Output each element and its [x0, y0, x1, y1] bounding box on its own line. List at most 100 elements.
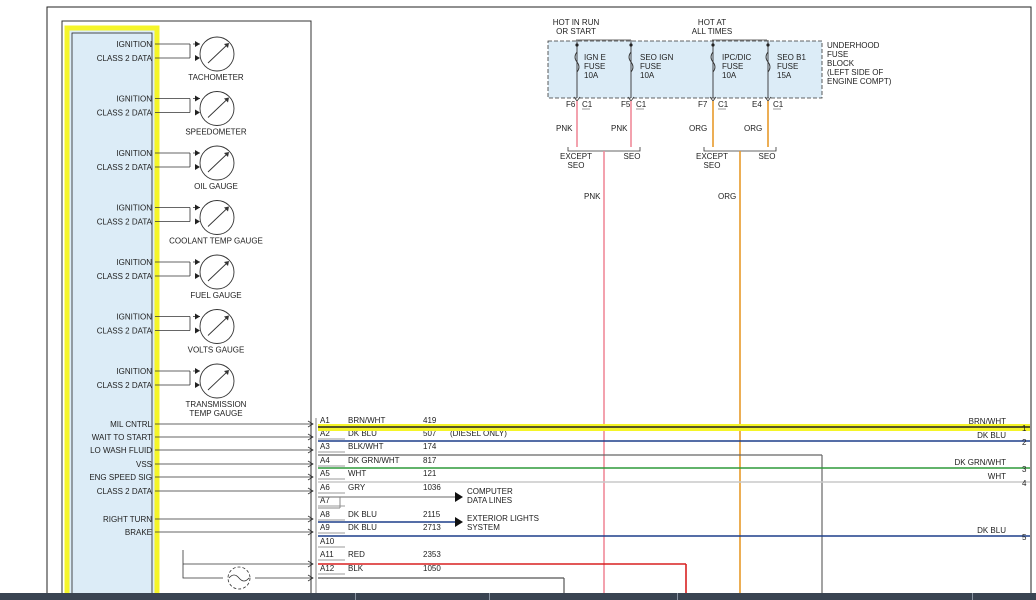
pin-label-ignition: IGNITION	[116, 313, 152, 322]
exterior-lights-label: EXTERIOR LIGHTS	[467, 514, 539, 523]
cluster-signal-label: VSS	[136, 460, 152, 469]
cluster-signal-label: WAIT TO START	[92, 433, 152, 442]
wire-color: DK BLU	[348, 523, 377, 532]
gauge-name: COOLANT TEMP GAUGE	[169, 237, 263, 246]
pin-label-class2: CLASS 2 DATA	[97, 272, 153, 281]
wire-color: GRY	[348, 483, 366, 492]
fuse-pin: F6	[566, 100, 576, 109]
exterior-lights-label: SYSTEM	[467, 523, 500, 532]
pin-id: A12	[320, 564, 335, 573]
arrow-icon	[195, 368, 200, 374]
wire-color: WHT	[348, 469, 366, 478]
circuit-number: 817	[423, 456, 437, 465]
gauge-name: OIL GAUGE	[194, 182, 238, 191]
hot-in-run-label: HOT IN RUN	[553, 18, 600, 27]
hot-at-all-times-label: ALL TIMES	[692, 27, 732, 36]
fuse-note: SEO	[759, 152, 776, 161]
pin-id: A5	[320, 469, 330, 478]
arrow-icon	[455, 492, 463, 502]
arrow-icon	[195, 150, 200, 156]
fuse-node	[629, 43, 633, 47]
right-wire-number: 3	[1022, 465, 1027, 474]
gauge-name: TRANSMISSION	[186, 400, 247, 409]
pin-id: A9	[320, 523, 330, 532]
wire-color-label: ORG	[689, 124, 707, 133]
bottom-scrollbar[interactable]	[0, 593, 1036, 600]
circuit-number: 1036	[423, 483, 441, 492]
fuse-conn: C1	[582, 100, 593, 109]
arrow-icon	[195, 164, 200, 170]
fuse-block-label: FUSE	[827, 50, 848, 59]
pin-id: A6	[320, 483, 330, 492]
fuse-note: EXCEPT	[560, 152, 592, 161]
arrow-icon	[195, 41, 200, 47]
pin-id: A1	[320, 416, 330, 425]
chime-coil-icon	[228, 574, 250, 582]
wiring-diagram: IGNITION CLASS 2 DATA TACHOMETER IGNITION CL…	[46, 6, 1032, 600]
pin-label-ignition: IGNITION	[116, 95, 152, 104]
right-wire-label: DK BLU	[977, 526, 1006, 535]
wire-color: BLK	[348, 564, 364, 573]
fuse-note: SEO	[704, 161, 721, 170]
fuse-name: 10A	[722, 71, 737, 80]
right-wire-number: 1	[1022, 424, 1027, 433]
arrow-icon	[195, 382, 200, 388]
wire-color: DK GRN/WHT	[348, 456, 400, 465]
wire-color: BRN/WHT	[348, 416, 385, 425]
fuse-name: IGN E	[584, 53, 606, 62]
fuse-block-label: BLOCK	[827, 59, 855, 68]
fuse-conn: C1	[636, 100, 647, 109]
right-wire-label: BRN/WHT	[969, 417, 1006, 426]
fuse-note: SEO	[624, 152, 641, 161]
fuse-node	[575, 43, 579, 47]
merged-wire-label: ORG	[718, 192, 736, 201]
fuse-conn: C1	[718, 100, 729, 109]
pin-label-class2: CLASS 2 DATA	[97, 327, 153, 336]
fuse-block-label: ENGINE COMPT)	[827, 77, 892, 86]
gauge-name: TACHOMETER	[188, 73, 244, 82]
circuit-number: 121	[423, 469, 437, 478]
cluster-signal-label: CLASS 2 DATA	[97, 487, 153, 496]
pin-id: A3	[320, 442, 330, 451]
pin-label-ignition: IGNITION	[116, 258, 152, 267]
fuse-note: SEO	[568, 161, 585, 170]
fuse-name: 15A	[777, 71, 792, 80]
pin-id: A11	[320, 550, 334, 559]
gauge-name: TEMP GAUGE	[189, 409, 242, 418]
pin-label-class2: CLASS 2 DATA	[97, 218, 153, 227]
circuit-number: 174	[423, 442, 437, 451]
fuse-name: SEO IGN	[640, 53, 674, 62]
loop-wire	[182, 550, 313, 579]
fuse-pin: F5	[621, 100, 631, 109]
cluster-signal-label: RIGHT TURN	[103, 515, 152, 524]
wire-color: RED	[348, 550, 365, 559]
wire-color-label: ORG	[744, 124, 762, 133]
fuse-node	[766, 43, 770, 47]
pin-label-class2: CLASS 2 DATA	[97, 109, 153, 118]
right-wire-number: 5	[1022, 533, 1027, 542]
fuse-pin: F7	[698, 100, 708, 109]
arrow-icon	[195, 313, 200, 320]
wire-color-label: PNK	[556, 124, 573, 133]
pin-label-ignition: IGNITION	[116, 204, 152, 213]
arrow-icon	[195, 259, 200, 265]
arrow-icon	[195, 327, 200, 334]
arrow-icon	[195, 95, 200, 102]
merged-wire-label: PNK	[584, 192, 601, 201]
computer-data-label: COMPUTER	[467, 487, 513, 496]
fuse-name: FUSE	[640, 62, 661, 71]
pin-label-class2: CLASS 2 DATA	[97, 381, 153, 390]
fuse-node	[711, 43, 715, 47]
right-wire-label: DK GRN/WHT	[954, 458, 1006, 467]
fuse-name: FUSE	[777, 62, 798, 71]
fuse-name: FUSE	[722, 62, 743, 71]
cluster-signal-label: ENG SPEED SIG	[89, 473, 152, 482]
pin-label-class2: CLASS 2 DATA	[97, 163, 153, 172]
arrow-icon	[195, 218, 200, 225]
pin-id: A10	[320, 537, 335, 546]
computer-data-label: DATA LINES	[467, 496, 512, 505]
arrow-icon	[195, 204, 200, 211]
hot-at-all-times-label: HOT AT	[698, 18, 726, 27]
fuse-name: FUSE	[584, 62, 605, 71]
wire-color: BLK/WHT	[348, 442, 384, 451]
